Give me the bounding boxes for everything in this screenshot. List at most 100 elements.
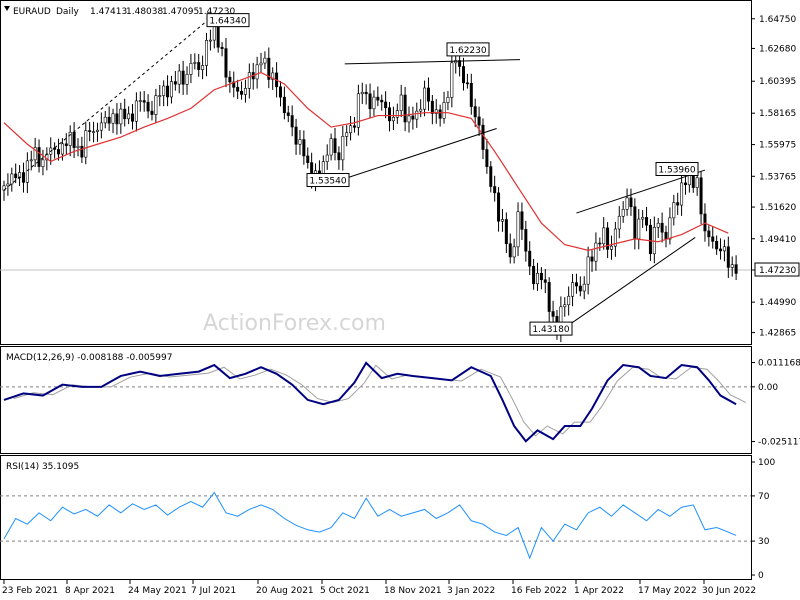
candle-body [154, 95, 158, 115]
candle-body [123, 108, 127, 120]
candle-body [72, 131, 76, 148]
instrument-label: EURAUD [13, 7, 51, 17]
candle-body [730, 264, 734, 268]
candle-body [430, 100, 434, 114]
date-label: 30 Jun 2022 [702, 586, 756, 596]
candle-body [493, 186, 497, 194]
candle-body [528, 250, 532, 267]
candle-body [477, 116, 481, 126]
candle-body [462, 66, 466, 84]
candle-body [380, 99, 384, 103]
date-label: 16 Feb 2022 [511, 586, 567, 596]
candle-body [571, 282, 575, 297]
candle-body [10, 173, 14, 185]
candle-body [629, 197, 633, 208]
candle-body [391, 116, 395, 122]
candle-body [107, 116, 111, 124]
candle-body [703, 213, 707, 232]
candle-body [536, 272, 540, 285]
trendlines [3, 17, 706, 329]
candle-body [115, 113, 119, 125]
candle-body [138, 100, 142, 102]
candle-body [360, 91, 364, 95]
candle-body [648, 224, 652, 255]
price-tick-label: 1.60395 [759, 77, 796, 87]
candle-body [520, 211, 524, 230]
candle-body [294, 126, 298, 145]
candle-body [699, 177, 703, 215]
candle-body [399, 94, 403, 111]
date-label: 18 Nov 2021 [384, 586, 442, 596]
candle-body [345, 132, 349, 137]
candle-body [598, 242, 602, 245]
watermark: ActionForex.com [203, 311, 386, 336]
candle-body [683, 182, 687, 186]
candle-body [376, 96, 380, 101]
candle-body [516, 211, 520, 248]
candle-body [590, 256, 594, 262]
candle-body [722, 246, 726, 252]
menu-triangle-icon[interactable] [4, 6, 10, 11]
candle-body [259, 62, 263, 66]
candle-body [193, 62, 197, 64]
candle-body [512, 246, 516, 258]
candle-body [158, 95, 162, 97]
candle-body [173, 81, 177, 85]
candle-body [352, 125, 356, 128]
date-label: 24 May 2021 [128, 586, 187, 596]
rsi-tick-label: 0 [758, 571, 764, 581]
main-panel-frame [0, 0, 752, 345]
trendline [344, 127, 497, 180]
candle-body [711, 236, 715, 242]
candle-body [181, 70, 185, 85]
candle-body [247, 72, 251, 89]
candle-body [450, 62, 454, 98]
candle-body [489, 166, 493, 187]
macd-label: MACD(12,26,9) -0.008188 -0.005997 [6, 353, 172, 363]
candle-body [438, 109, 442, 119]
candle-body [177, 70, 181, 85]
candle-body [103, 116, 107, 124]
trendline [344, 59, 520, 65]
candle-body [150, 110, 154, 115]
candle-body [68, 131, 72, 146]
timeframe-label: Daily [56, 7, 79, 17]
candle-body [240, 90, 244, 95]
candle-body [76, 145, 80, 148]
rsi-line [3, 491, 737, 560]
candle-body [341, 135, 345, 161]
candle-body [64, 143, 68, 146]
candle-body [302, 139, 306, 157]
candle-body [419, 108, 423, 112]
price-tick-label: 1.55975 [759, 141, 796, 151]
price-tick-label: 1.42865 [759, 329, 796, 339]
candle-body [656, 222, 660, 228]
candle-body [547, 282, 551, 312]
candle-body [617, 215, 621, 230]
annotation-label: 1.64340 [209, 17, 246, 27]
candle-body [290, 115, 294, 128]
annotation-label: 1.62230 [449, 46, 486, 56]
candle-body [92, 131, 96, 133]
candle-body [676, 202, 680, 206]
candle-body [325, 154, 329, 162]
candle-body [278, 86, 282, 98]
candle-body [368, 93, 372, 110]
chart-header: EURAUD Daily 1.47413 1.48038 1.47095 1.4… [13, 7, 235, 17]
candle-body [41, 159, 45, 167]
candle-body [551, 311, 555, 317]
candle-body [637, 218, 641, 240]
rsi-tick-label: 30 [758, 537, 770, 547]
macd-tick-label: -0.025117 [758, 438, 800, 448]
candle-body [660, 222, 664, 233]
price-tick-label: 1.53765 [759, 172, 796, 182]
price-tick-label: 1.44990 [759, 298, 796, 308]
candle-body [446, 97, 450, 103]
candle-body [407, 115, 411, 123]
rsi-label: RSI(14) 35.1095 [6, 462, 79, 472]
candle-body [508, 243, 512, 258]
candle-body [567, 295, 571, 306]
candle-body [734, 264, 738, 274]
candle-body [602, 227, 606, 245]
candle-body [364, 91, 368, 95]
